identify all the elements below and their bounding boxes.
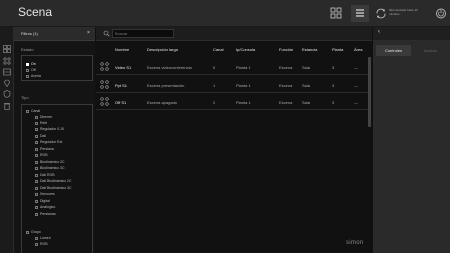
checkbox[interactable] xyxy=(35,237,38,240)
scene-icon xyxy=(100,80,109,89)
cell-descripcion: Escena videoconferencia xyxy=(147,65,192,70)
cell-consola: Planta 1 xyxy=(236,100,251,105)
cell-funcion: Escena xyxy=(279,65,293,70)
left-icon-bar xyxy=(0,27,14,253)
table-row[interactable]: Video S1 Escena videoconferencia 0 Plant… xyxy=(96,59,368,75)
cell-funcion: Escena xyxy=(279,100,293,105)
cell-descripcion: Escena apagado xyxy=(147,100,178,105)
tab-controles[interactable]: Controles xyxy=(376,45,411,56)
checkbox[interactable] xyxy=(35,206,38,209)
scene-icon xyxy=(100,62,109,71)
back-button[interactable]: ‹ xyxy=(378,29,380,35)
scene-icon xyxy=(100,97,109,106)
checkbox[interactable] xyxy=(35,243,38,246)
checkbox[interactable] xyxy=(35,154,38,157)
cell-area: — xyxy=(354,83,358,88)
power-icon xyxy=(436,8,446,19)
power-button[interactable] xyxy=(434,5,448,22)
checkbox[interactable] xyxy=(35,122,38,125)
checkbox[interactable] xyxy=(26,231,29,234)
tab-acceso[interactable]: Acceso xyxy=(413,45,448,56)
cell-funcion: Escena xyxy=(279,83,293,88)
cell-descripcion: Escena presentación xyxy=(147,83,185,88)
search-input[interactable] xyxy=(112,29,174,38)
sync-button[interactable] xyxy=(374,5,388,22)
cell-estancia: Sala xyxy=(302,83,311,88)
detail-header: ‹ xyxy=(373,27,450,41)
column-header[interactable]: Estancia xyxy=(302,47,317,52)
checkbox[interactable] xyxy=(35,180,38,183)
estado-title: Estado xyxy=(21,47,34,52)
brand-logo: simon xyxy=(346,240,364,246)
scene-icon[interactable] xyxy=(3,57,11,65)
trash-icon[interactable] xyxy=(3,102,11,110)
checkbox[interactable] xyxy=(35,193,38,196)
cell-canal: 0 xyxy=(213,65,216,70)
cell-area: — xyxy=(354,100,358,105)
checkbox[interactable] xyxy=(35,135,38,138)
checkbox[interactable] xyxy=(35,174,38,177)
cell-canal: 1 xyxy=(213,83,216,88)
table-row[interactable]: Off S1 Escena apagado 2 Planta 1 Escena … xyxy=(96,94,368,110)
column-header[interactable]: Descripción larga xyxy=(147,47,178,52)
filters-header: Filtros (1) × xyxy=(14,27,95,41)
cell-nombre: Off S1 xyxy=(115,100,127,105)
checkbox[interactable] xyxy=(35,187,38,190)
cell-consola: Planta 1 xyxy=(236,65,251,70)
column-header[interactable]: Nombre xyxy=(115,47,129,52)
column-header[interactable]: Área xyxy=(354,47,362,52)
cell-canal: 2 xyxy=(213,100,216,105)
cell-nombre: Ppt S1 xyxy=(115,83,128,88)
grid-view-button[interactable] xyxy=(327,5,345,22)
checkbox[interactable] xyxy=(35,161,38,164)
shield-icon[interactable] xyxy=(3,90,11,98)
checkbox[interactable] xyxy=(26,69,29,72)
tipo-title: Tipo xyxy=(21,95,29,100)
checkbox[interactable] xyxy=(26,63,29,66)
close-filters-button[interactable]: × xyxy=(87,30,90,36)
tipo-box: Canal Dimmer Relé Regulador 0-10 Dali Re… xyxy=(21,104,93,253)
app-header: Scena Sincronizado hace 10 minutos xyxy=(0,0,450,27)
checkbox[interactable] xyxy=(26,110,29,113)
devices-icon[interactable] xyxy=(3,68,11,76)
filters-title: Filtros (1) xyxy=(21,31,38,36)
estado-box: On Off Averia xyxy=(21,55,93,81)
sync-icon xyxy=(376,8,386,19)
cell-estancia: Sala xyxy=(302,65,311,70)
column-header[interactable]: Canal xyxy=(213,47,223,52)
sync-status-text: Sincronizado hace 10 minutos xyxy=(389,8,418,16)
list-view-icon xyxy=(351,5,369,22)
cell-planta: 3 xyxy=(332,83,335,88)
checkbox[interactable] xyxy=(35,128,38,131)
cell-consola: Planta 1 xyxy=(236,83,251,88)
checkbox[interactable] xyxy=(35,213,38,216)
cell-estancia: Sala xyxy=(302,100,311,105)
cell-area: — xyxy=(354,65,358,70)
grid-view-icon xyxy=(330,7,342,19)
detail-panel: Controles Acceso xyxy=(373,41,450,253)
column-header[interactable]: Ip/Consola xyxy=(236,47,255,52)
search-bar xyxy=(96,27,372,41)
checkbox[interactable] xyxy=(35,200,38,203)
cell-planta: 3 xyxy=(332,100,335,105)
location-icon[interactable] xyxy=(3,79,11,87)
grid-icon[interactable] xyxy=(3,45,11,53)
cell-nombre: Video S1 xyxy=(115,65,132,70)
table-scrollbar[interactable] xyxy=(368,57,371,127)
checkbox[interactable] xyxy=(35,141,38,144)
column-header[interactable]: Planta xyxy=(332,47,343,52)
checkbox[interactable] xyxy=(35,167,38,170)
column-header[interactable]: Función xyxy=(279,47,293,52)
checkbox[interactable] xyxy=(35,148,38,151)
filters-panel: Estado On Off Averia Tipo Canal Dimmer R… xyxy=(14,41,95,253)
list-view-button[interactable] xyxy=(351,5,369,22)
page-title: Scena xyxy=(18,5,53,19)
checkbox[interactable] xyxy=(35,116,38,119)
search-icon xyxy=(103,30,110,37)
checkbox[interactable] xyxy=(26,75,29,78)
scenes-table: Nombre Descripción larga Canal Ip/Consol… xyxy=(96,41,372,253)
cell-planta: 3 xyxy=(332,65,335,70)
table-row[interactable]: Ppt S1 Escena presentación 1 Planta 1 Es… xyxy=(96,77,368,93)
